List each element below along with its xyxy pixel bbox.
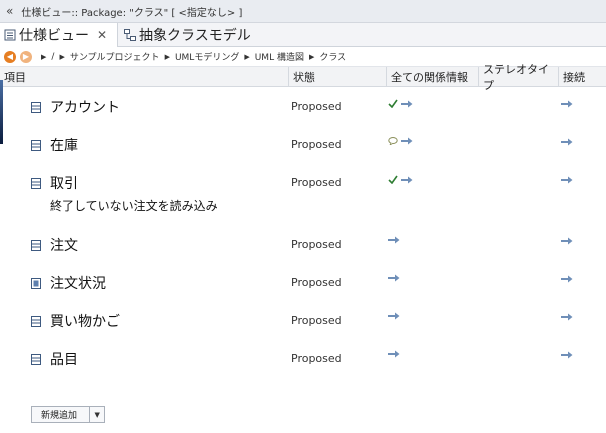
arrow-right-icon: [388, 236, 400, 244]
table-row[interactable]: 在庫 Proposed: [0, 135, 606, 165]
arrow-right-icon[interactable]: [561, 237, 573, 245]
view-title: 仕様ビュー:: Package: "クラス" [ <指定なし> ]: [21, 7, 243, 19]
dropdown-arrow-icon[interactable]: ▼: [89, 407, 104, 422]
table-row[interactable]: 注文 Proposed: [0, 235, 606, 265]
arrow-right-icon[interactable]: [561, 275, 573, 283]
arrow-right-icon[interactable]: [561, 176, 573, 184]
checkmark-icon: [388, 175, 398, 184]
breadcrumb-item[interactable]: UML 構造図: [255, 50, 304, 63]
class-icon: [31, 316, 41, 327]
arrow-right-icon[interactable]: [561, 100, 573, 108]
status-text: Proposed: [291, 100, 342, 113]
class-icon: [31, 354, 41, 365]
table-row[interactable]: 取引 終了していない注文を読み込み Proposed: [0, 173, 606, 217]
breadcrumb-separator-icon: ▶: [308, 52, 315, 61]
column-header-stereotype[interactable]: ステレオタイプ: [478, 63, 558, 92]
class-icon: [31, 240, 41, 251]
item-name: アカウント: [50, 100, 120, 116]
diagram-icon: [124, 29, 136, 41]
back-arrow-icon[interactable]: ◀: [4, 50, 16, 63]
status-text: Proposed: [291, 138, 342, 151]
item-name: 取引: [50, 176, 78, 192]
new-item-label: 新規追加: [41, 411, 78, 421]
arrow-right-icon[interactable]: [561, 351, 573, 359]
status-text: Proposed: [291, 176, 342, 189]
relation-icons[interactable]: [388, 137, 413, 145]
table-row[interactable]: 注文状況 Proposed: [0, 273, 606, 303]
class-icon: [31, 102, 41, 113]
column-header-label: 状態: [293, 71, 315, 84]
class-icon: [31, 178, 41, 189]
item-name: 品目: [50, 352, 78, 368]
breadcrumb-separator-icon: ▶: [41, 52, 47, 61]
relation-icons[interactable]: [388, 274, 400, 282]
breadcrumb-separator-icon: ▶: [59, 52, 65, 61]
forward-arrow-icon[interactable]: ▶: [20, 50, 32, 63]
item-name: 買い物かご: [50, 314, 120, 330]
breadcrumb-item[interactable]: UMLモデリング: [175, 50, 239, 63]
tab-abstract-class-model[interactable]: 抽象クラスモデル: [122, 23, 251, 47]
arrow-right-icon: [401, 100, 413, 107]
comment-icon: [388, 137, 398, 145]
collapse-chevron-icon[interactable]: «: [6, 4, 13, 18]
arrow-right-icon[interactable]: [561, 138, 573, 146]
new-item-button[interactable]: 新規追加 ▼: [31, 406, 105, 423]
checkmark-icon: [388, 99, 398, 108]
breadcrumb-separator-icon: ▶: [244, 52, 250, 61]
item-name: 注文状況: [50, 276, 106, 292]
relation-icons[interactable]: [388, 175, 413, 184]
column-header-relations[interactable]: 全ての関係情報: [386, 67, 478, 87]
breadcrumb-separator-icon: ▶: [164, 52, 170, 61]
breadcrumb-item[interactable]: /: [51, 52, 54, 62]
table-row[interactable]: 品目 Proposed: [0, 349, 606, 379]
status-text: Proposed: [291, 276, 342, 289]
item-name: 在庫: [50, 138, 78, 154]
status-text: Proposed: [291, 352, 342, 365]
relation-icons[interactable]: [388, 236, 400, 244]
arrow-right-icon: [401, 176, 413, 183]
status-text: Proposed: [291, 238, 342, 251]
item-name: 注文: [50, 238, 78, 254]
enumeration-icon: [31, 278, 41, 289]
tab-label: 仕様ビュー: [19, 28, 89, 44]
item-note: 終了していない注文を読み込み: [50, 199, 218, 213]
column-header-status[interactable]: 状態: [288, 67, 386, 87]
relation-icons[interactable]: [388, 312, 400, 320]
tab-spec-view[interactable]: 仕様ビュー ✕: [0, 23, 118, 47]
breadcrumb-item[interactable]: サンプルプロジェクト: [70, 50, 160, 63]
tab-strip: 仕様ビュー ✕ 抽象クラスモデル: [0, 23, 606, 47]
column-header-label: 接続: [563, 71, 585, 84]
arrow-right-icon: [388, 350, 400, 358]
column-header: 項目 状態 全ての関係情報 ステレオタイプ 接続: [0, 63, 606, 92]
column-header-label: ステレオタイプ: [483, 63, 549, 92]
relation-icons[interactable]: [388, 350, 400, 358]
breadcrumb-item[interactable]: クラス: [319, 50, 346, 63]
class-icon: [31, 140, 41, 151]
tab-label: 抽象クラスモデル: [139, 28, 251, 44]
spec-view-icon: [4, 29, 16, 41]
view-titlebar: « 仕様ビュー:: Package: "クラス" [ <指定なし> ]: [0, 0, 606, 23]
close-icon[interactable]: ✕: [97, 28, 107, 42]
column-header-item[interactable]: 項目: [0, 67, 288, 87]
column-header-label: 全ての関係情報: [391, 71, 468, 84]
arrow-right-icon: [401, 137, 413, 145]
relation-icons[interactable]: [388, 99, 413, 108]
column-header-label: 項目: [4, 71, 26, 84]
column-header-connector[interactable]: 接続: [558, 67, 606, 87]
arrow-right-icon: [388, 312, 400, 320]
table-row[interactable]: 買い物かご Proposed: [0, 311, 606, 341]
arrow-right-icon: [388, 274, 400, 282]
table-row[interactable]: アカウント Proposed: [0, 97, 606, 127]
status-text: Proposed: [291, 314, 342, 327]
arrow-right-icon[interactable]: [561, 313, 573, 321]
